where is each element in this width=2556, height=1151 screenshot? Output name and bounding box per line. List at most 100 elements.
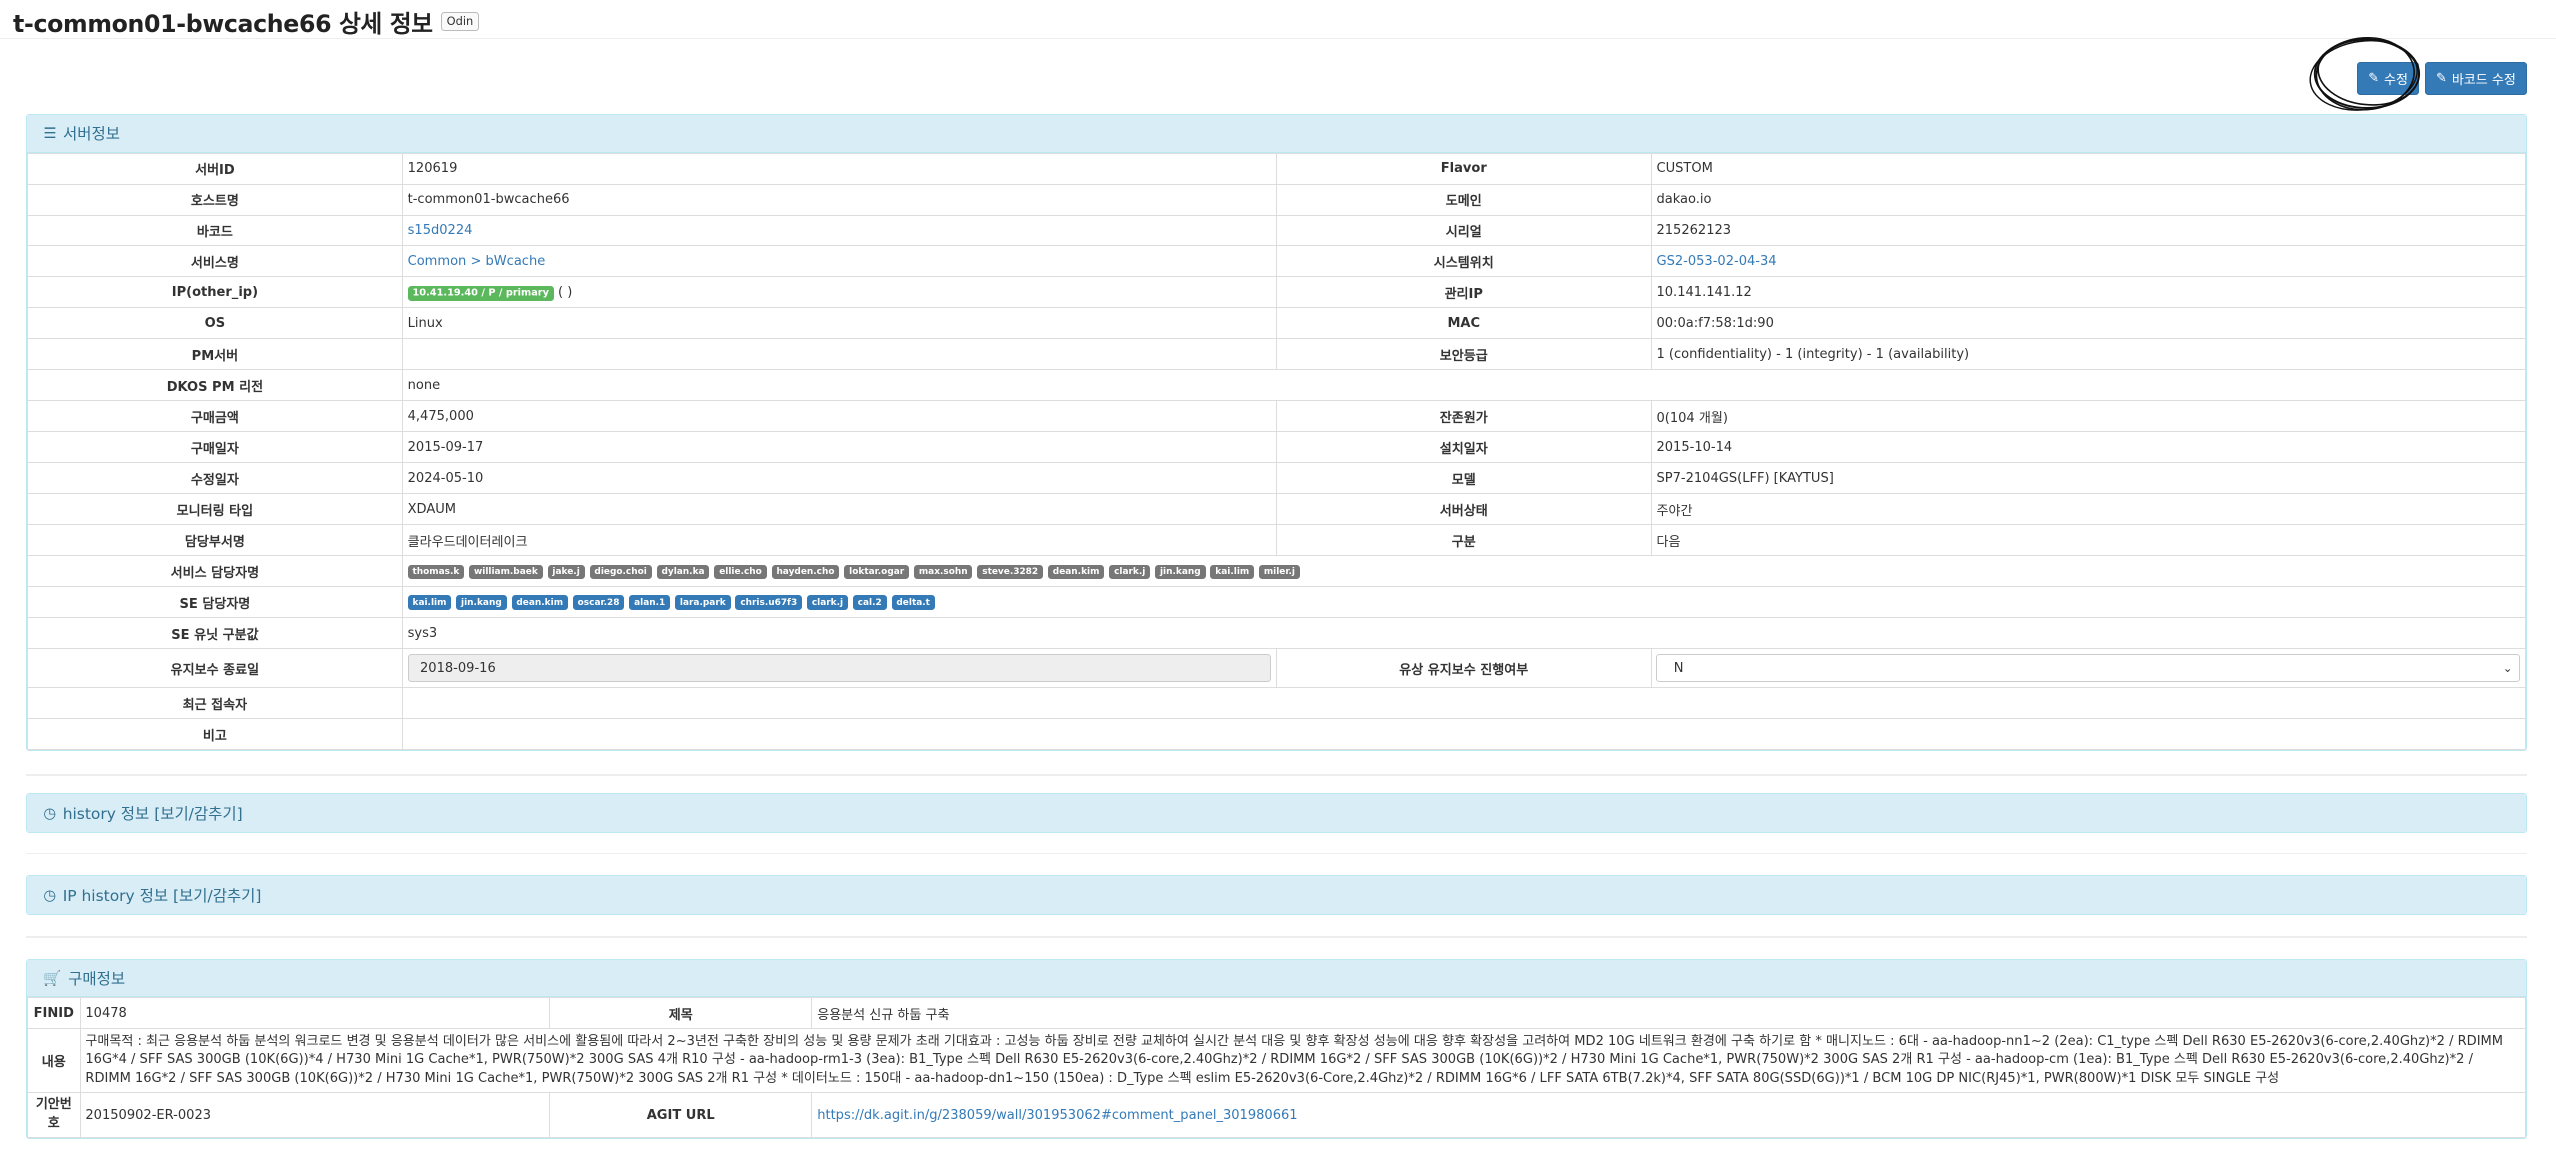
paid-maintenance-selected: N xyxy=(1673,660,1684,676)
table-row: 서비스명 Common > bWcache 시스템위치 GS2-053-02-0… xyxy=(27,245,2526,278)
field-value: GS2-053-02-04-34 xyxy=(1650,245,2526,278)
table-row: OS Linux MAC 00:0a:f7:58:1d:90 xyxy=(27,307,2526,340)
agit-url-link[interactable]: https://dk.agit.in/g/238059/wall/3019530… xyxy=(817,1108,1297,1123)
table-row: 비고 xyxy=(27,718,2526,751)
field-label: MAC xyxy=(1275,307,1652,340)
field-value: 215262123 xyxy=(1650,214,2526,247)
maintenance-end-input[interactable]: 2018-09-16 xyxy=(407,654,1272,682)
field-label: 구매일자 xyxy=(27,431,403,464)
table-row: 수정일자 2024-05-10 모델 SP7-2104GS(LFF) [KAYT… xyxy=(27,462,2526,495)
table-row: 서버ID 120619 Flavor CUSTOM xyxy=(27,152,2526,185)
field-value: 클라우드데이터레이크 xyxy=(401,524,1277,557)
field-value: 120619 xyxy=(401,152,1277,185)
manager-tag[interactable]: max.sohn xyxy=(913,564,973,580)
field-value: 00:0a:f7:58:1d:90 xyxy=(1650,307,2526,340)
barcode-edit-button-label: 바코드 수정 xyxy=(2451,72,2516,88)
se-manager-tag[interactable]: dean.kim xyxy=(511,595,568,611)
field-label: PM서버 xyxy=(27,338,403,371)
title-tag: Odin xyxy=(440,11,480,32)
manager-tag[interactable]: steve.3282 xyxy=(977,564,1044,580)
field-label: 기안번호 xyxy=(27,1092,81,1139)
field-value xyxy=(401,338,1277,371)
manager-tag[interactable]: dean.kim xyxy=(1047,564,1105,580)
se-manager-tag[interactable]: jin.kang xyxy=(456,595,507,611)
manager-tag[interactable]: hayden.cho xyxy=(771,564,840,580)
field-value: 10.141.141.12 xyxy=(1650,276,2526,309)
field-label: 바코드 xyxy=(27,214,403,247)
field-label: 비고 xyxy=(27,718,403,751)
page: t-common01-bwcache66 상세 정보 Odin ✎ 수정 ✎ 바… xyxy=(0,0,2556,1140)
field-value: dakao.io xyxy=(1650,183,2526,216)
manager-tag[interactable]: dylan.ka xyxy=(656,564,710,580)
se-manager-tag[interactable]: alan.1 xyxy=(629,595,671,611)
field-label: 모니터링 타입 xyxy=(27,493,403,526)
se-manager-tag[interactable]: kai.lim xyxy=(407,595,452,611)
system-location-link[interactable]: GS2-053-02-04-34 xyxy=(1656,254,1776,269)
field-label: 유상 유지보수 진행여부 xyxy=(1275,648,1652,689)
table-row: FINID 10478 제목 응용분석 신규 하둡 구축 xyxy=(27,997,2526,1030)
se-manager-tag[interactable]: delta.t xyxy=(891,595,935,611)
ip-badge: 10.41.19.40 / P / primary xyxy=(407,286,554,301)
field-value: sys3 xyxy=(401,617,2526,650)
field-value: CUSTOM xyxy=(1650,152,2526,185)
table-row: 모니터링 타입 XDAUM 서버상태 주야간 xyxy=(27,493,2526,526)
paid-maintenance-select[interactable]: N ⌄ xyxy=(1656,654,2520,682)
server-info-table: 서버ID 120619 Flavor CUSTOM 호스트명 t-common0… xyxy=(27,152,2526,751)
field-label: Flavor xyxy=(1275,152,1652,185)
ip-history-toggle[interactable]: ◷ IP history 정보 [보기/감추기] xyxy=(27,876,2526,914)
field-label: 구분 xyxy=(1275,524,1652,557)
server-info-title: 서버정보 xyxy=(63,125,120,144)
field-label: SE 유닛 구분값 xyxy=(27,617,403,650)
se-manager-tag[interactable]: cal.2 xyxy=(852,595,887,611)
field-value: 다음 xyxy=(1650,524,2526,557)
field-label: 수정일자 xyxy=(27,462,403,495)
manager-tag[interactable]: thomas.k xyxy=(407,564,465,580)
manager-tag[interactable]: loktar.ogar xyxy=(844,564,910,580)
manager-tag[interactable]: jake.j xyxy=(547,564,585,580)
purchase-info-title: 구매정보 xyxy=(68,970,126,989)
field-value: Common > bWcache xyxy=(401,245,1277,278)
field-label: 관리IP xyxy=(1275,276,1652,309)
title-bar: t-common01-bwcache66 상세 정보 Odin xyxy=(0,0,2556,40)
se-manager-tag[interactable]: chris.u67f3 xyxy=(735,595,803,611)
edit-button[interactable]: ✎ 수정 xyxy=(2357,61,2419,95)
field-value: XDAUM xyxy=(401,493,1277,526)
table-row: SE 담당자명 kai.lim jin.kang dean.kim oscar.28 a… xyxy=(27,586,2526,619)
field-label: 시스템위치 xyxy=(1275,245,1652,278)
field-value: N ⌄ xyxy=(1650,648,2526,689)
barcode-edit-button[interactable]: ✎ 바코드 수정 xyxy=(2425,61,2527,95)
field-label: SE 담당자명 xyxy=(27,586,403,619)
table-row: 바코드 s15d0224 시리얼 215262123 xyxy=(27,214,2526,247)
field-label: 잔존원가 xyxy=(1275,400,1652,433)
se-manager-tag[interactable]: clark.j xyxy=(806,595,848,611)
history-toggle[interactable]: ◷ history 정보 [보기/감추기] xyxy=(27,794,2526,832)
manager-tag[interactable]: miler.j xyxy=(1258,564,1300,580)
manager-tag[interactable]: william.baek xyxy=(469,564,543,580)
field-label: 구매금액 xyxy=(27,400,403,433)
service-managers-tags: thomas.k william.baek jake.j diego.choi dyla… xyxy=(401,555,2526,588)
field-value: 주야간 xyxy=(1650,493,2526,526)
ip-history-panel: ◷ IP history 정보 [보기/감추기] xyxy=(26,875,2527,915)
manager-tag[interactable]: jin.kang xyxy=(1155,564,1206,580)
other-ip-value: ( ) xyxy=(558,284,573,300)
se-manager-tag[interactable]: oscar.28 xyxy=(572,595,625,611)
table-row: PM서버 보안등급 1 (confidentiality) - 1 (integ… xyxy=(27,338,2526,371)
manager-tag[interactable]: diego.choi xyxy=(589,564,652,580)
service-link[interactable]: Common > bWcache xyxy=(408,254,546,269)
manager-tag[interactable]: kai.lim xyxy=(1210,564,1255,580)
chevron-down-icon: ⌄ xyxy=(2502,661,2513,676)
field-label: FINID xyxy=(27,997,81,1030)
manager-tag[interactable]: clark.j xyxy=(1109,564,1151,580)
page-title: t-common01-bwcache66 상세 정보 xyxy=(13,9,433,38)
table-row: 최근 접속자 xyxy=(27,687,2526,720)
table-row: 유지보수 종료일 2018-09-16 유상 유지보수 진행여부 N ⌄ xyxy=(27,648,2526,689)
field-label: AGIT URL xyxy=(549,1092,813,1139)
purchase-info-heading: 🛒 구매정보 xyxy=(27,959,2526,998)
barcode-link[interactable]: s15d0224 xyxy=(408,223,473,238)
field-value: s15d0224 xyxy=(401,214,1277,247)
se-manager-tag[interactable]: lara.park xyxy=(675,595,731,611)
table-row: 호스트명 t-common01-bwcache66 도메인 dakao.io xyxy=(27,183,2526,216)
field-value: 2015-10-14 xyxy=(1650,431,2526,464)
edit-icon: ✎ xyxy=(2436,70,2447,86)
manager-tag[interactable]: ellie.cho xyxy=(714,564,767,580)
